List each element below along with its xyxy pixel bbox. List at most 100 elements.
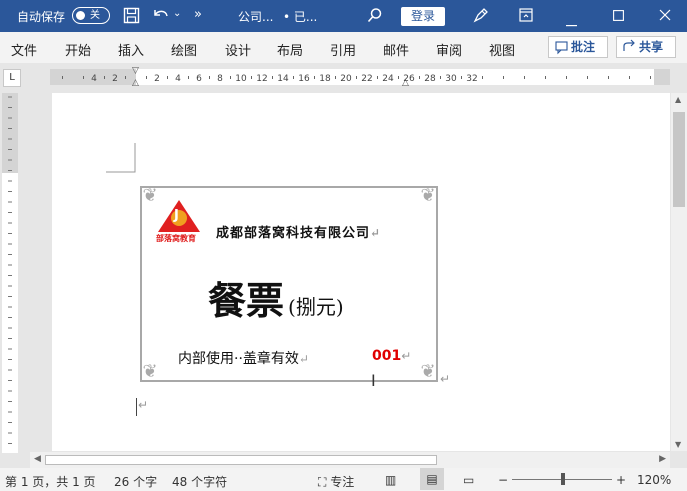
ruler-number: 4	[175, 74, 181, 84]
horizontal-scroll-thumb[interactable]	[45, 455, 437, 465]
toggle-knob	[76, 11, 85, 20]
share-icon	[623, 37, 637, 63]
pen-icon[interactable]	[472, 6, 490, 27]
status-bar: 第 1 页，共 1 页 26 个字 48 个字符 ⛶ 专注 ▥ ▤ ▭ − + …	[0, 468, 687, 491]
ruler-number: 4	[91, 74, 97, 84]
corner-ornament-icon: ❦	[142, 361, 158, 382]
ruler-number: 6	[196, 74, 202, 84]
ruler-number: 2	[112, 74, 118, 84]
title-bar: 自动保存 关 ⌄ » 公司... • 已... 登录	[0, 0, 687, 32]
menu-item-file[interactable]: 文件	[11, 40, 37, 59]
text-cursor	[136, 398, 137, 416]
usage-note: 内部使用··盖章有效↵	[178, 348, 309, 368]
vertical-scroll-thumb[interactable]	[673, 112, 685, 207]
read-mode-icon[interactable]: ▥	[385, 473, 396, 487]
margin-corner-mark	[106, 143, 136, 173]
company-name: 成都部落窝科技有限公司↵	[216, 222, 381, 241]
menu-item-layout[interactable]: 布局	[277, 40, 303, 59]
minimize-icon[interactable]	[566, 15, 577, 30]
char-count[interactable]: 48 个字符	[172, 473, 227, 490]
company-logo: J 部落窝教育	[156, 198, 202, 244]
vertical-ruler[interactable]	[2, 93, 18, 453]
menu-item-home[interactable]: 开始	[65, 40, 91, 59]
web-layout-icon[interactable]: ▭	[463, 473, 474, 487]
vruler-ticks	[8, 96, 12, 444]
maximize-icon[interactable]	[613, 9, 624, 24]
autosave-state: 关	[90, 10, 100, 21]
ruler-number: 14	[277, 74, 289, 84]
tab-selector[interactable]: L	[3, 69, 21, 87]
menu-item-view[interactable]: 视图	[489, 40, 515, 59]
ruler-number: 20	[340, 74, 352, 84]
paragraph-mark: ↵	[298, 352, 309, 366]
indent-marker-icon[interactable]: ▽	[132, 66, 139, 76]
ticket-subtitle: (捌元)	[288, 295, 344, 319]
autosave-toggle[interactable]: 关	[72, 7, 110, 24]
usage-text: 内部使用··盖章有效	[178, 351, 299, 367]
menu-item-mailings[interactable]: 邮件	[383, 40, 409, 59]
comment-button[interactable]: 批注	[548, 36, 608, 58]
more-icon[interactable]: »	[194, 8, 202, 21]
ruler-number: 30	[445, 74, 457, 84]
zoom-slider-thumb[interactable]	[561, 473, 565, 485]
ribbon-display-icon[interactable]	[519, 8, 533, 25]
search-icon[interactable]	[367, 7, 383, 26]
scroll-down-icon[interactable]: ▼	[675, 440, 681, 449]
share-button[interactable]: 共享	[616, 36, 676, 58]
scroll-right-icon[interactable]: ▶	[659, 454, 666, 464]
right-indent-icon[interactable]: △	[402, 78, 409, 88]
ruler-number: 18	[319, 74, 331, 84]
ruler-number: 2	[154, 74, 160, 84]
ruler-number: 32	[466, 74, 477, 84]
menu-item-review[interactable]: 审阅	[436, 40, 462, 59]
ibeam-cursor-icon: Ⅰ	[371, 371, 376, 390]
paragraph-mark: ↵	[138, 398, 149, 412]
logo-triangle-icon	[158, 200, 200, 232]
print-layout-icon[interactable]: ▤	[420, 468, 444, 490]
ruler-number: 12	[256, 74, 267, 84]
focus-label: 专注	[330, 475, 355, 489]
login-button[interactable]: 登录	[401, 7, 445, 26]
page-count[interactable]: 第 1 页，共 1 页	[5, 473, 96, 490]
autosave-label: 自动保存	[17, 10, 66, 24]
scroll-up-icon[interactable]: ▲	[675, 95, 681, 104]
menu-bar: 文件 开始 插入 绘图 设计 布局 引用 邮件 审阅 视图 批注 共享	[0, 32, 687, 63]
doc-title[interactable]: 公司...	[238, 8, 273, 25]
logo-text: 部落窝教育	[156, 234, 196, 243]
ruler-number: 24	[382, 74, 394, 84]
comment-label: 批注	[571, 40, 596, 54]
zoom-level[interactable]: 120%	[637, 473, 671, 487]
menu-item-design[interactable]: 设计	[225, 40, 251, 59]
focus-icon: ⛶	[318, 475, 327, 489]
chevron-down-icon[interactable]: ⌄	[173, 9, 181, 19]
meal-ticket[interactable]: ❦ ❦ ❦ ❦ J 部落窝教育 成都部落窝科技有限公司↵ 餐票 (捌元) 内部使用…	[140, 186, 438, 382]
paragraph-mark: ↵	[370, 226, 382, 240]
menu-item-references[interactable]: 引用	[330, 40, 356, 59]
scroll-left-icon[interactable]: ◀	[34, 454, 41, 464]
menu-item-draw[interactable]: 绘图	[171, 40, 197, 59]
corner-ornament-icon: ❦	[420, 361, 436, 382]
paragraph-mark: ↵	[440, 372, 451, 386]
menu-item-insert[interactable]: 插入	[118, 40, 144, 59]
ruler-number: 8	[217, 74, 223, 84]
close-icon[interactable]	[659, 9, 671, 24]
zoom-in-button[interactable]: +	[616, 473, 626, 487]
hanging-indent-icon[interactable]: △	[132, 78, 139, 88]
corner-ornament-icon: ❦	[420, 185, 436, 206]
word-count[interactable]: 26 个字	[114, 473, 157, 490]
doc-status: • 已...	[283, 10, 318, 24]
ticket-number: 001↵	[372, 348, 411, 364]
share-label: 共享	[639, 40, 664, 54]
zoom-out-button[interactable]: −	[498, 473, 508, 487]
save-icon[interactable]	[123, 7, 140, 27]
horizontal-ruler[interactable]: 4 2 2 4 6 8 10 12 14 16 18 20 22 24 26 28 30 32 ▽ △ △	[50, 66, 670, 88]
ruler-ticks: 4 2 2 4 6 8 10 12 14 16 18 20 22 24 26 28 30 32	[62, 74, 651, 84]
undo-icon[interactable]	[152, 7, 170, 26]
focus-button[interactable]: ⛶ 专注	[318, 473, 354, 490]
ruler-number: 22	[361, 74, 372, 84]
paragraph-mark: ↵	[401, 349, 412, 363]
logo-letter: J	[174, 208, 179, 223]
ticket-title: 餐票	[208, 278, 285, 323]
ticket-title-line: 餐票 (捌元)	[208, 270, 344, 325]
ruler-number: 10	[235, 74, 247, 84]
